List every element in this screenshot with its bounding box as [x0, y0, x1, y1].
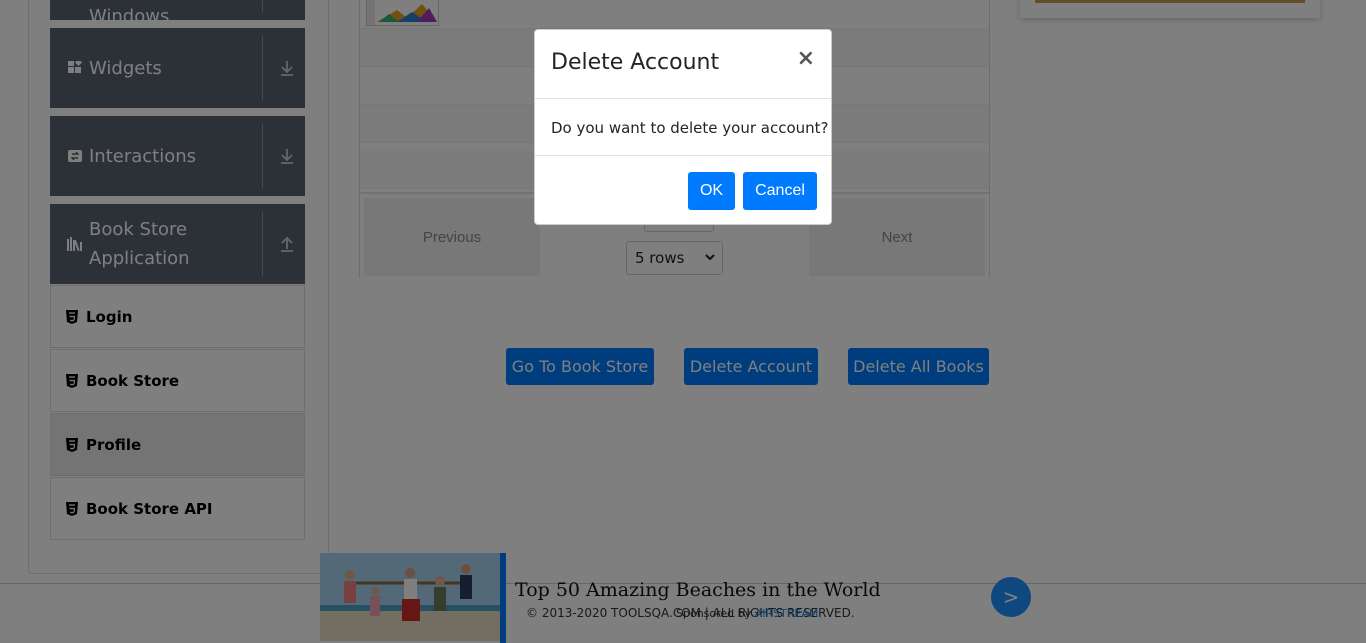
cancel-button[interactable]: Cancel — [743, 172, 817, 210]
delete-account-modal: Delete Account × Do you want to delete y… — [534, 29, 832, 225]
modal-header: Delete Account × — [535, 30, 831, 99]
ok-button[interactable]: OK — [688, 172, 735, 210]
close-icon[interactable]: × — [797, 48, 815, 70]
modal-title: Delete Account — [551, 50, 720, 75]
modal-footer: OK Cancel — [535, 155, 831, 225]
modal-message: Do you want to delete your account? — [551, 119, 829, 137]
